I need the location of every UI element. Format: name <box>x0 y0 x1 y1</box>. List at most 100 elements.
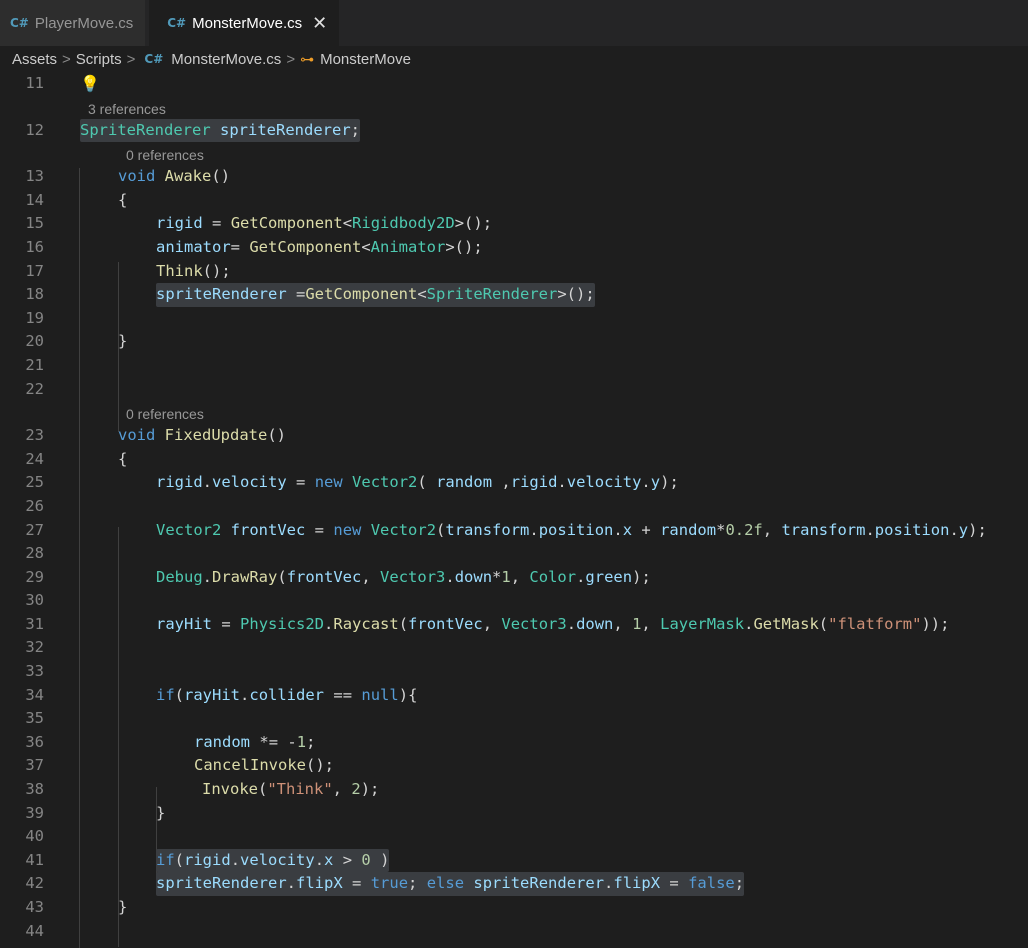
class-icon: ⊶ <box>300 50 315 67</box>
line-number: 35 <box>25 709 44 728</box>
chevron-right-icon: > <box>286 50 296 68</box>
line-number: 37 <box>25 756 44 775</box>
line-number: 38 <box>25 780 44 799</box>
chevron-right-icon: > <box>126 50 136 68</box>
line-number: 30 <box>25 591 44 610</box>
csharp-icon: C# <box>167 16 187 30</box>
line-number: 33 <box>25 662 44 681</box>
code-editor[interactable]: 11 💡 3 references 12 SpriteRenderer spriteRe… <box>0 72 1028 948</box>
codelens-references[interactable]: 3 references <box>0 96 1028 119</box>
code-text: { <box>118 449 128 468</box>
codelens-references[interactable]: 0 references <box>0 401 1028 424</box>
line-number: 42 <box>25 874 44 893</box>
code-text: spriteRenderer =GetComponent<SpriteRende… <box>156 283 595 307</box>
code-text: rigid = GetComponent<Rigidbody2D>(); <box>156 214 493 233</box>
code-line: 27 Vector2 frontVec = new Vector2(transfo… <box>0 519 1028 543</box>
line-number: 26 <box>25 496 44 515</box>
line-number: 23 <box>25 426 44 445</box>
code-line: 38 Invoke("Think", 2); <box>0 778 1028 802</box>
tab-bar: C# PlayerMove.cs C# MonsterMove.cs ✕ <box>0 0 1028 46</box>
tab-playermove[interactable]: C# PlayerMove.cs <box>0 0 146 46</box>
code-line: 33 <box>0 660 1028 684</box>
line-number: 14 <box>25 190 44 209</box>
line-number: 31 <box>25 614 44 633</box>
code-line: 22 <box>0 378 1028 402</box>
line-number: 29 <box>25 567 44 586</box>
line-number: 25 <box>25 473 44 492</box>
line-number: 21 <box>25 355 44 374</box>
line-number: 39 <box>25 803 44 822</box>
line-number: 34 <box>25 685 44 704</box>
tab-monstermove[interactable]: C# MonsterMove.cs ✕ <box>149 0 340 46</box>
code-line: 11 💡 <box>0 72 1028 96</box>
line-number: 18 <box>25 285 44 304</box>
code-line: 26 <box>0 495 1028 519</box>
line-number: 13 <box>25 167 44 186</box>
code-line: 32 <box>0 636 1028 660</box>
csharp-icon: C# <box>144 52 164 66</box>
breadcrumb-item-class[interactable]: MonsterMove <box>320 51 411 68</box>
code-line: 21 <box>0 354 1028 378</box>
line-number: 27 <box>25 520 44 539</box>
line-number: 24 <box>25 449 44 468</box>
code-line: 43} <box>0 896 1028 920</box>
code-text: void FixedUpdate() <box>118 426 287 445</box>
csharp-icon: C# <box>10 16 29 30</box>
tab-label: PlayerMove.cs <box>34 14 134 32</box>
line-number: 16 <box>25 237 44 256</box>
close-icon[interactable]: ✕ <box>312 13 327 34</box>
codelens-references[interactable]: 0 references <box>0 142 1028 165</box>
line-number: 20 <box>25 332 44 351</box>
code-line: 41 if(rigid.velocity.x > 0 ) <box>0 848 1028 873</box>
code-text: random *= -1; <box>194 732 316 751</box>
code-line: 20} <box>0 330 1028 354</box>
code-line: 31 rayHit = Physics2D.Raycast(frontVec, V… <box>0 613 1028 637</box>
breadcrumb-item-assets[interactable]: Assets <box>12 51 57 68</box>
line-number: 32 <box>25 638 44 657</box>
line-number: 28 <box>25 544 44 563</box>
code-text: } <box>156 803 166 822</box>
breadcrumb: Assets > Scripts > C# MonsterMove.cs > ⊶… <box>0 46 1028 72</box>
code-line: 13 void Awake() <box>0 165 1028 189</box>
breadcrumb-item-scripts[interactable]: Scripts <box>76 51 122 68</box>
line-number: 17 <box>25 261 44 280</box>
tab-label: MonsterMove.cs <box>192 14 303 32</box>
code-line: 40 <box>0 825 1028 849</box>
code-text: Debug.DrawRay(frontVec, Vector3.down*1, … <box>156 567 651 586</box>
code-text: if(rigid.velocity.x > 0 ) <box>156 848 390 873</box>
code-text: { <box>118 190 128 209</box>
code-line: 36 random *= -1; <box>0 731 1028 755</box>
line-number: 22 <box>25 379 44 398</box>
code-line: 44 <box>0 920 1028 944</box>
code-line: 14 { <box>0 189 1028 213</box>
code-line: 16 animator= GetComponent<Animator>(); <box>0 236 1028 260</box>
code-line: 29 Debug.DrawRay(frontVec, Vector3.down*1… <box>0 566 1028 590</box>
code-line: 28 <box>0 542 1028 566</box>
code-text: rayHit = Physics2D.Raycast(frontVec, Vec… <box>156 614 950 633</box>
code-text: animator= GetComponent<Animator>(); <box>156 237 483 256</box>
chevron-right-icon: > <box>62 50 71 68</box>
code-text: Think(); <box>156 261 231 280</box>
code-text: Vector2 frontVec = new Vector2(transform… <box>156 520 987 539</box>
breadcrumb-item-file[interactable]: MonsterMove.cs <box>171 51 281 68</box>
line-number: 44 <box>25 921 44 940</box>
code-line: 39} <box>0 802 1028 826</box>
line-number: 41 <box>25 850 44 869</box>
code-text: } <box>118 898 128 916</box>
code-line: 18 spriteRenderer =GetComponent<SpriteRen… <box>0 283 1028 307</box>
code-line: 23 void FixedUpdate() <box>0 424 1028 448</box>
line-number: 15 <box>25 214 44 233</box>
code-line: 12 SpriteRenderer spriteRenderer; <box>0 118 1028 143</box>
code-line: 35 <box>0 707 1028 731</box>
line-number: 40 <box>25 827 44 846</box>
code-text: } <box>118 332 128 351</box>
line-number: 43 <box>25 898 44 916</box>
code-line: 25 rigid.velocity = new Vector2( random ,… <box>0 471 1028 495</box>
code-line: 34 if(rayHit.collider == null){ <box>0 684 1028 708</box>
code-line: 15 rigid = GetComponent<Rigidbody2D>(); <box>0 212 1028 236</box>
code-text: Invoke("Think", 2); <box>202 780 380 799</box>
lightbulb-icon[interactable]: 💡 <box>80 72 100 96</box>
code-line: 17 Think(); <box>0 260 1028 284</box>
code-text: void Awake() <box>118 167 231 186</box>
code-line: 37 CancelInvoke(); <box>0 754 1028 778</box>
